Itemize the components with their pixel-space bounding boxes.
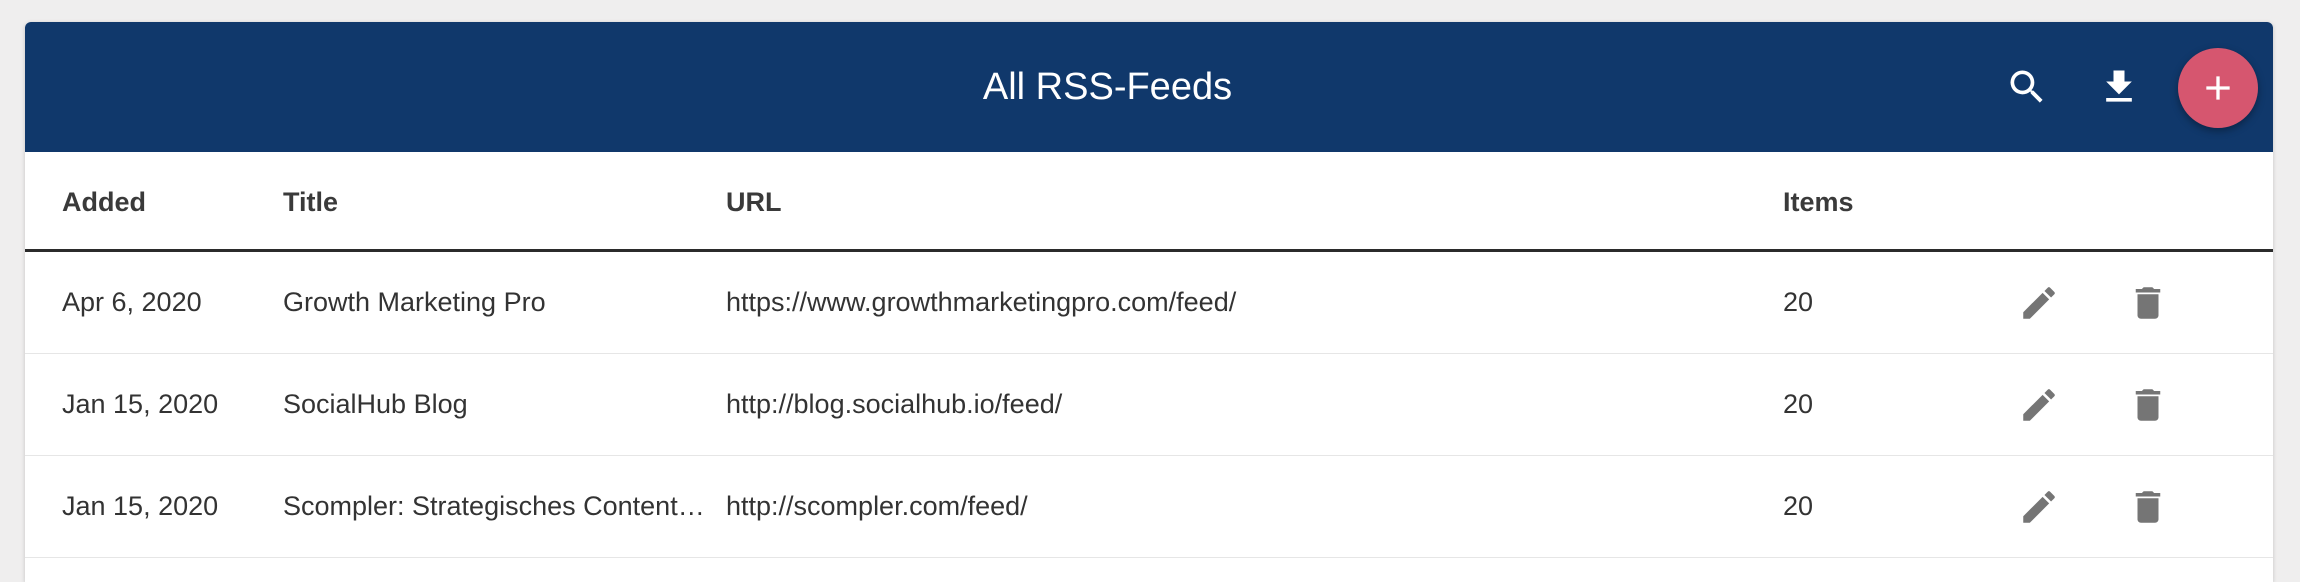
app-header: All RSS-Feeds xyxy=(25,22,2273,152)
plus-icon xyxy=(2206,76,2230,100)
pencil-icon[interactable] xyxy=(2018,486,2060,528)
cell-added: Jan 15, 2020 xyxy=(62,389,219,419)
cell-title: Scompler: Strategisches Content… xyxy=(283,491,705,521)
trash-icon[interactable] xyxy=(2127,486,2169,528)
cell-url: http://blog.socialhub.io/feed/ xyxy=(726,389,1063,419)
column-header-url[interactable]: URL xyxy=(726,152,1726,252)
table-row: Jan 15, 2020 SocialHub Blog http://blog.… xyxy=(25,354,2273,456)
trash-icon[interactable] xyxy=(2127,282,2169,324)
cell-title: Growth Marketing Pro xyxy=(283,287,546,317)
cell-title: SocialHub Blog xyxy=(283,389,468,419)
table-row: Apr 6, 2020 Growth Marketing Pro https:/… xyxy=(25,252,2273,354)
column-header-items[interactable]: Items xyxy=(1783,152,1903,252)
cell-items: 20 xyxy=(1783,491,1814,521)
column-header-added[interactable]: Added xyxy=(62,152,262,252)
column-header-title[interactable]: Title xyxy=(283,152,711,252)
pencil-icon[interactable] xyxy=(2018,384,2060,426)
page-title: All RSS-Feeds xyxy=(982,66,1233,108)
cell-url: http://scompler.com/feed/ xyxy=(726,491,1028,521)
download-icon[interactable] xyxy=(2097,65,2141,109)
add-feed-button[interactable] xyxy=(2178,48,2258,128)
pencil-icon[interactable] xyxy=(2018,282,2060,324)
cell-items: 20 xyxy=(1783,389,1814,419)
cell-added: Jan 15, 2020 xyxy=(62,491,219,521)
cell-url: https://www.growthmarketingpro.com/feed/ xyxy=(726,287,1237,317)
search-icon[interactable] xyxy=(2005,65,2049,109)
table-row: Jan 15, 2020 Scompler: Strategisches Con… xyxy=(25,456,2273,558)
feeds-card: All RSS-Feeds Added Title URL Items Apr … xyxy=(25,22,2273,582)
table-header: Added Title URL Items xyxy=(25,152,2273,252)
cell-added: Apr 6, 2020 xyxy=(62,287,202,317)
cell-items: 20 xyxy=(1783,287,1814,317)
trash-icon[interactable] xyxy=(2127,384,2169,426)
